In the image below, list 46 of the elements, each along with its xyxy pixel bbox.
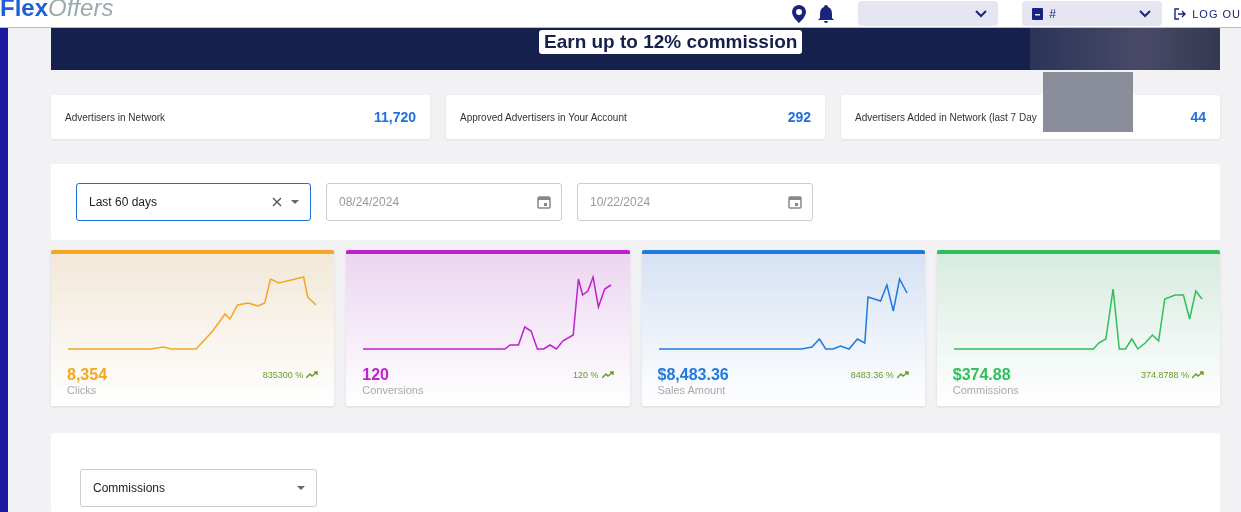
metric-input[interactable]: Commissions [91, 480, 288, 496]
chevron-down-icon [974, 8, 989, 19]
caret-icon [296, 485, 306, 491]
id-card-icon [1032, 7, 1044, 20]
stat-label: Advertisers in Network [65, 111, 166, 123]
kpi-label: Commissions [952, 384, 1020, 396]
map-pin-icon[interactable] [792, 4, 807, 23]
stat-label: Approved Advertisers in Your Account [460, 111, 627, 123]
kpi-value: $374.88 [952, 366, 1011, 384]
logout-link[interactable]: LOG OU [1174, 7, 1241, 20]
trending-up-icon [1192, 371, 1204, 379]
kpi-label: Conversions [362, 384, 425, 396]
kpi-change: 835300 % [262, 370, 319, 380]
kpi-label: Sales Amount [657, 384, 727, 396]
bell-icon[interactable] [818, 4, 835, 23]
end-date-input[interactable]: 10/22/2024 [588, 194, 780, 210]
trending-up-icon [896, 371, 909, 379]
banner-tagline: Earn up to 12% commission [539, 30, 803, 54]
kpi-change: 120 % [572, 370, 614, 380]
clear-icon[interactable] [272, 197, 282, 207]
stat-value: 11,720 [373, 109, 416, 125]
stat-value: 44 [1190, 109, 1206, 125]
kpi-change: 8483.36 % [850, 370, 909, 380]
stat-value: 292 [787, 109, 811, 125]
caret-icon [290, 199, 300, 205]
metric-select[interactable]: Commissions [80, 469, 317, 507]
calendar-icon[interactable] [537, 195, 551, 209]
kpi-change: 374.8788 % [1140, 370, 1204, 380]
kpi-value: 8,354 [67, 366, 108, 384]
trending-up-icon [601, 371, 614, 379]
logout-icon [1174, 7, 1187, 20]
account-dropdown[interactable]: # [1022, 1, 1163, 26]
date-range-select[interactable]: Last 60 days [76, 183, 311, 221]
start-date-input[interactable]: 08/24/2024 [337, 194, 529, 210]
date-range-input[interactable]: Last 60 days [87, 194, 264, 210]
kpi-value: $8,483.36 [657, 366, 729, 384]
start-date-field[interactable]: 08/24/2024 [326, 183, 562, 221]
calendar-icon[interactable] [788, 195, 802, 209]
chevron-down-icon [1138, 8, 1153, 19]
end-date-field[interactable]: 10/22/2024 [577, 183, 813, 221]
kpi-label: Clicks [67, 384, 98, 396]
account-number: # [1049, 6, 1056, 21]
stat-label: Advertisers Added in Network (last 7 Day [855, 111, 1037, 123]
kpi-value: 120 [362, 366, 389, 384]
promo-banner[interactable]: Earn up to 12% commission [51, 28, 1220, 70]
trending-up-icon [306, 371, 319, 379]
